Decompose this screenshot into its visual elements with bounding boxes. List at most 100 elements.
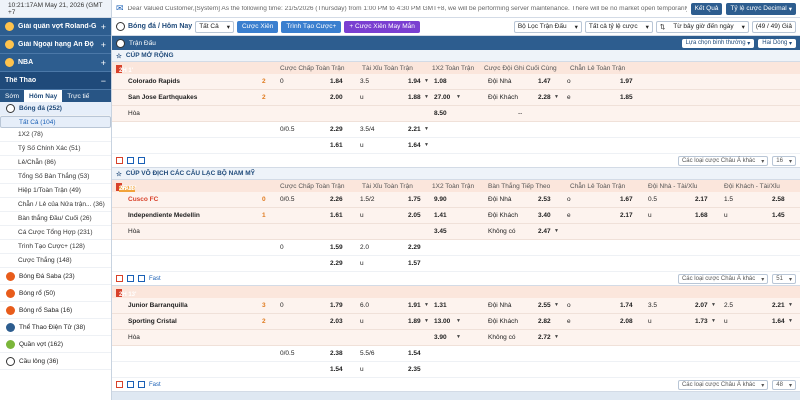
- sport-saba-basketball[interactable]: Bóng rổ Saba (16): [0, 302, 111, 319]
- odds-cell[interactable]: 3.40: [538, 212, 551, 219]
- bet-type-1x2[interactable]: 1X2 (78): [0, 128, 111, 142]
- bet-type-ht-ft[interactable]: Hiệp 1/Toàn Trận (49): [0, 184, 111, 198]
- chart-icon[interactable]: [138, 157, 145, 164]
- league-header[interactable]: ☆ CÚP MỞ RỘNG: [112, 50, 800, 62]
- odds-cell[interactable]: 2.29: [408, 244, 421, 251]
- odds-cell[interactable]: 1.97: [620, 78, 633, 85]
- odds-cell[interactable]: 2.08: [620, 318, 633, 325]
- odds-cell[interactable]: 27.00: [434, 94, 450, 101]
- odds-cell[interactable]: 1.74: [620, 302, 633, 309]
- odds-cell[interactable]: 1.08: [434, 78, 447, 85]
- more-markets-select[interactable]: Các loại cược Châu Á khác ▾: [677, 380, 769, 390]
- live-tv-icon[interactable]: [127, 275, 134, 282]
- bet-type-mix-parlay[interactable]: Cá Cược Tổng Hợp (231): [0, 226, 111, 240]
- live-tv-icon[interactable]: [127, 157, 134, 164]
- odds-cell[interactable]: 2.38: [330, 350, 343, 357]
- star-icon[interactable]: ☆: [116, 52, 122, 60]
- odds-cell[interactable]: 1.79: [330, 302, 343, 309]
- sport-badminton[interactable]: Cầu lông (36): [0, 353, 111, 370]
- odds-cell[interactable]: 13.00: [434, 318, 450, 325]
- odds-cell[interactable]: 1.47: [538, 78, 551, 85]
- odds-cell[interactable]: 2.72: [538, 334, 551, 341]
- stats-icon[interactable]: [116, 275, 123, 282]
- odds-cell[interactable]: 1.84: [330, 78, 343, 85]
- league-roland-garros[interactable]: Giải quần vợt Roland-G... +: [0, 18, 111, 36]
- odds-cell[interactable]: 1.45: [772, 212, 785, 219]
- odds-cell[interactable]: 1.54: [408, 350, 421, 357]
- bet-type-correct-score[interactable]: Tỷ Số Chính Xác (51): [0, 142, 111, 156]
- odds-cell[interactable]: 1.68: [695, 212, 708, 219]
- fast-market-link[interactable]: Fast: [149, 382, 161, 388]
- bet-type-odd-even[interactable]: Lẻ/Chẵn (86): [0, 156, 111, 170]
- odds-cell[interactable]: 2.03: [330, 318, 343, 325]
- more-markets-select[interactable]: Các loại cược Châu Á khác ▾: [677, 156, 769, 166]
- odds-cell[interactable]: 1.91: [408, 302, 421, 309]
- tab-live[interactable]: Trực tiế: [62, 90, 94, 102]
- fast-market-link[interactable]: Fast: [149, 276, 161, 282]
- odds-cell[interactable]: 2.17: [695, 196, 708, 203]
- stats-icon[interactable]: [116, 381, 123, 388]
- sport-esports[interactable]: Thể Thao Điện Tử (38): [0, 319, 111, 336]
- odds-cell[interactable]: 1.94: [408, 78, 421, 85]
- odds-cell[interactable]: 2.28: [538, 94, 551, 101]
- bet-type-builder[interactable]: Trình Tạo Cược+ (128): [0, 240, 111, 254]
- time-sort-select[interactable]: ⇅ Từ bây giờ đến ngày ▾: [655, 20, 749, 33]
- parlay-button[interactable]: Cược Xiên: [236, 20, 279, 33]
- odds-cell[interactable]: 2.82: [538, 318, 551, 325]
- league-nba[interactable]: NBA +: [0, 54, 111, 72]
- live-tv-icon[interactable]: [127, 381, 134, 388]
- odds-cell[interactable]: 1.89: [408, 318, 421, 325]
- sport-basketball[interactable]: Bóng rổ (50): [0, 285, 111, 302]
- odds-cell[interactable]: 1.67: [620, 196, 633, 203]
- odds-cell[interactable]: 2.05: [408, 212, 421, 219]
- bet-type-half-odd-even[interactable]: Chẵn / Lẻ của Nửa trận... (36): [0, 198, 111, 212]
- bet-builder-button[interactable]: Trình Tạo Cược+: [281, 20, 342, 33]
- match-filter-select[interactable]: Bộ Lọc Trận Đấu ▾: [513, 20, 582, 33]
- bet-type-outright[interactable]: Cược Thắng (148): [0, 254, 111, 268]
- sports-header[interactable]: Thể Thao −: [0, 72, 111, 90]
- filter-select[interactable]: Tất Cả ▾: [195, 20, 234, 33]
- odds-cell[interactable]: 1.64: [408, 142, 421, 149]
- bet-type-first-last[interactable]: Bàn thắng Đầu/ Cuối (26): [0, 212, 111, 226]
- odds-cell[interactable]: 1.64: [772, 318, 785, 325]
- league-indian-super[interactable]: Giải Ngoại hạng Ấn Độ +: [0, 36, 111, 54]
- odds-cell[interactable]: 1.85: [620, 94, 633, 101]
- odds-cell[interactable]: 1.31: [434, 302, 447, 309]
- odds-cell[interactable]: 1.57: [408, 260, 421, 267]
- odds-cell[interactable]: 2.58: [772, 196, 785, 203]
- odds-cell[interactable]: 2.21: [772, 302, 785, 309]
- odds-cell[interactable]: 3.90: [434, 334, 447, 341]
- odds-cell[interactable]: 2.55: [538, 302, 551, 309]
- odds-cell[interactable]: 3.45: [434, 228, 447, 235]
- chart-icon[interactable]: [138, 381, 145, 388]
- expand-icon[interactable]: +: [101, 58, 106, 68]
- star-icon[interactable]: ☆: [116, 170, 122, 178]
- sport-saba-football[interactable]: Bóng Đá Saba (23): [0, 268, 111, 285]
- expand-icon[interactable]: +: [101, 40, 106, 50]
- odds-cell[interactable]: 9.90: [434, 196, 447, 203]
- odds-cell[interactable]: 2.29: [330, 260, 343, 267]
- odds-cell[interactable]: 1.75: [408, 196, 421, 203]
- pagination-select[interactable]: (49 / 49) Giả: [751, 20, 796, 33]
- line-mode-select[interactable]: Hai Dòng ▾: [758, 38, 796, 48]
- league-header[interactable]: ☆ CÚP VÔ ĐỊCH CÁC CÂU LẠC BỘ NAM MỸ: [112, 168, 800, 180]
- stats-icon[interactable]: [116, 157, 123, 164]
- result-button[interactable]: Kết Quả: [690, 2, 723, 15]
- tab-early[interactable]: Sớm: [0, 90, 24, 102]
- odds-cell[interactable]: 1.59: [330, 244, 343, 251]
- expand-icon[interactable]: +: [101, 22, 106, 32]
- odds-cell[interactable]: 2.35: [408, 366, 421, 373]
- odds-cell[interactable]: 1.88: [408, 94, 421, 101]
- view-mode-select[interactable]: Lựa chọn bình thường ▾: [681, 38, 755, 48]
- odds-cell[interactable]: 1.73: [695, 318, 708, 325]
- more-markets-count[interactable]: 51 ▾: [772, 274, 796, 284]
- bet-type-total-goals[interactable]: Tổng Số Bàn Thắng (53): [0, 170, 111, 184]
- odds-cell[interactable]: 8.50: [434, 110, 447, 117]
- odds-cell[interactable]: 2.29: [330, 126, 343, 133]
- odds-cell[interactable]: 2.26: [330, 196, 343, 203]
- odds-cell[interactable]: 1.41: [434, 212, 447, 219]
- bet-type-all[interactable]: Tất Cả (104): [0, 116, 111, 128]
- odds-cell[interactable]: 2.47: [538, 228, 551, 235]
- sport-tennis[interactable]: Quần vợt (162): [0, 336, 111, 353]
- odds-filter-select[interactable]: Tất cả tỷ lệ cược ▾: [584, 20, 653, 33]
